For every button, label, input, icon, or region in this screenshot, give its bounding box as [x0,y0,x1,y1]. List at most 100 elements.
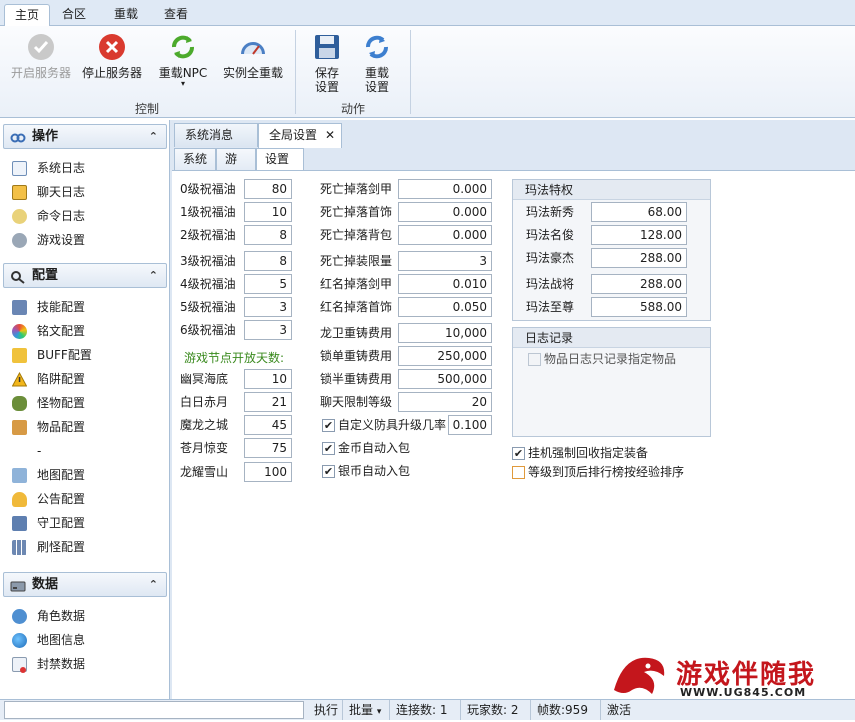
mafa-hero-input[interactable]: 288.00 [591,248,687,268]
infinity-icon [10,130,26,144]
field-label: 锁半重铸费用 [320,372,393,386]
bless-oil-4-input[interactable]: 5 [244,274,292,294]
nav-item-command-log[interactable]: 命令日志 [12,205,85,227]
node-days-input[interactable]: 75 [244,438,292,458]
nav-item-game-settings[interactable]: 游戏设置 [12,229,85,251]
field-label: 玛法战将 [526,277,575,291]
bless-oil-5-input[interactable]: 3 [244,297,292,317]
nav-item-item-config[interactable]: 物品配置 [12,416,85,438]
nav-item-notice-config[interactable]: 公告配置 [12,488,85,510]
node-days-input[interactable]: 21 [244,392,292,412]
menu-tab-home[interactable]: 主页 [4,4,51,27]
chat-level-limit-input[interactable]: 20 [398,392,492,412]
reload-all-instances-button[interactable]: 实例全重载 [220,32,286,80]
death-drop-limit-input[interactable]: 3 [398,251,492,271]
reload-npc-button[interactable]: 重载NPC ▾ [152,32,214,88]
ban-list-icon [12,657,27,673]
sub-tab-game[interactable]: 游戏 [216,148,256,186]
nav-item-spawn-config[interactable]: 刷怪配置 [12,536,85,558]
sub-tab-settings2[interactable]: 设置2 [256,148,304,186]
node-days-input[interactable]: 100 [244,462,292,482]
nav-item-inscription-config[interactable]: 铭文配置 [12,320,85,342]
stop-server-button[interactable]: 停止服务器 [78,32,146,80]
doc-tab-system-messages[interactable]: 系统消息 [174,123,258,147]
nav-item-monster-config[interactable]: 怪物配置 [12,392,85,414]
custom-armor-upgrade-checkbox[interactable]: ✔ [322,419,335,432]
nav-item-buff-config[interactable]: BUFF配置 [12,344,92,366]
reload-settings-button[interactable]: 重载 设置 [356,32,398,94]
field-label: 死亡掉落背包 [320,228,393,242]
field-label: 锁单重铸费用 [320,349,393,363]
section-header-config[interactable]: 配置 ⌃ [3,263,167,288]
dragon-reforge-cost-input[interactable]: 10,000 [398,323,492,343]
nav-item-system-log[interactable]: 系统日志 [12,157,85,179]
field-label: 死亡掉落剑甲 [320,182,393,196]
start-server-button[interactable]: 开启服务器 [8,32,74,80]
group-label-control: 控制 [134,102,159,116]
field-label: 死亡掉装限量 [320,254,393,268]
field-label: 红名掉落首饰 [320,300,393,314]
menu-tab-reload[interactable]: 重载 [104,4,148,26]
collapse-caret-icon[interactable]: ⌃ [149,125,158,148]
group-title: 玛法特权 [513,180,710,200]
document-icon [12,161,27,176]
mafa-famous-input[interactable]: 128.00 [591,225,687,245]
node-days-input[interactable]: 45 [244,415,292,435]
save-settings-button[interactable]: 保存 设置 [306,32,348,94]
armor-upgrade-rate-input[interactable]: 0.100 [448,415,492,435]
nav-item-ban-data[interactable]: 封禁数据 [12,653,85,675]
bless-oil-3-input[interactable]: 8 [244,251,292,271]
mafa-newbie-input[interactable]: 68.00 [591,202,687,222]
nav-item-trap-config[interactable]: 陷阱配置 [11,368,85,390]
red-drop-weapon-input[interactable]: 0.010 [398,274,492,294]
collapse-caret-icon[interactable]: ⌃ [149,264,158,287]
color-wheel-icon [12,324,27,339]
menu-tab-view[interactable]: 查看 [154,4,198,26]
sub-tab-system[interactable]: 系统 [174,148,216,170]
checkbox-label: 银币自动入包 [338,464,411,478]
section-header-data[interactable]: 数据 ⌃ [3,572,167,597]
death-drop-bag-input[interactable]: 0.000 [398,225,492,245]
node-days-input[interactable]: 10 [244,369,292,389]
red-drop-jewelry-input[interactable]: 0.050 [398,297,492,317]
field-label: 玛法豪杰 [526,251,575,265]
nav-item-skill-config[interactable]: 技能配置 [12,296,85,318]
nav-item-role-data[interactable]: 角色数据 [12,605,85,627]
item-log-only-checkbox[interactable] [528,353,541,366]
field-label: 龙卫重铸费用 [320,326,393,340]
letter-a-icon [12,185,27,200]
lock-single-reforge-cost-input[interactable]: 250,000 [398,346,492,366]
mafa-general-input[interactable]: 288.00 [591,274,687,294]
guard-icon [12,516,27,531]
command-input[interactable] [4,701,304,719]
menu-tab-merge[interactable]: 合区 [52,4,96,26]
lock-half-reforge-cost-input[interactable]: 500,000 [398,369,492,389]
rank-by-exp-checkbox[interactable] [512,466,525,479]
nav-item-guard-config[interactable]: 守卫配置 [12,512,85,534]
bless-oil-0-input[interactable]: 80 [244,179,292,199]
bless-oil-1-input[interactable]: 10 [244,202,292,222]
bless-oil-2-input[interactable]: 8 [244,225,292,245]
force-recycle-checkbox[interactable]: ✔ [512,447,525,460]
bless-oil-6-input[interactable]: 3 [244,320,292,340]
close-icon[interactable]: ✕ [325,124,335,146]
death-drop-jewelry-input[interactable]: 0.000 [398,202,492,222]
batch-dropdown[interactable]: 批量 ▾ [342,700,387,720]
collapse-caret-icon[interactable]: ⌃ [149,573,158,596]
section-header-operation[interactable]: 操作 ⌃ [3,124,167,149]
field-label: 聊天限制等级 [320,395,393,409]
mafa-supreme-input[interactable]: 588.00 [591,297,687,317]
field-label: 魔龙之城 [180,418,229,432]
silver-auto-pickup-checkbox[interactable]: ✔ [322,465,335,478]
nav-item-chat-log[interactable]: 聊天日志 [12,181,85,203]
nav-item-map-config[interactable]: 地图配置 [12,464,85,486]
status-bar: 执行 批量 ▾ 连接数: 1 玩家数: 2 帧数:959 激活 [0,699,855,720]
gold-auto-pickup-checkbox[interactable]: ✔ [322,442,335,455]
dropdown-arrow-icon: ▾ [376,707,382,717]
death-drop-weapon-input[interactable]: 0.000 [398,179,492,199]
ribbon: 开启服务器 停止服务器 重载NPC ▾ 实例全重载 控制 保存 设置 重载 设置… [0,26,855,118]
doc-tab-global-settings[interactable]: 全局设置 ✕ [258,123,342,148]
nav-item-separator[interactable]: - [12,440,41,462]
nav-item-map-info[interactable]: 地图信息 [12,629,85,651]
execute-button[interactable]: 执行 [308,700,344,720]
